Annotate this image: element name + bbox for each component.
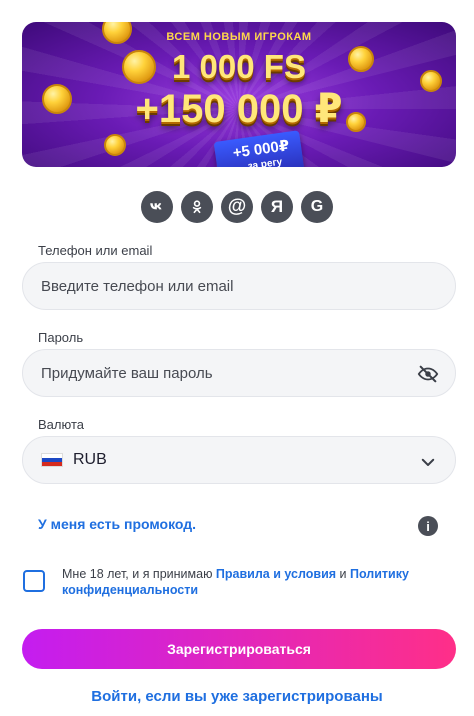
password-input[interactable] bbox=[41, 364, 437, 382]
vk-icon[interactable] bbox=[141, 191, 173, 223]
currency-label: Валюта bbox=[38, 417, 84, 432]
currency-select[interactable]: RUB bbox=[22, 436, 456, 484]
banner-free-spins: 1 000 FS bbox=[172, 48, 306, 85]
info-icon[interactable]: i bbox=[418, 516, 438, 536]
terms-text: Мне 18 лет, и я принимаю Правила и услов… bbox=[62, 566, 442, 598]
odnoklassniki-icon[interactable] bbox=[181, 191, 213, 223]
banner-bonus-amount: +150 000 ₽ bbox=[135, 87, 343, 131]
social-login-row: @ Я G bbox=[0, 191, 474, 223]
phone-field-container bbox=[22, 262, 456, 310]
currency-value: RUB bbox=[73, 451, 107, 468]
google-icon[interactable]: G bbox=[301, 191, 333, 223]
chevron-down-icon bbox=[421, 458, 435, 466]
eye-off-icon[interactable] bbox=[417, 363, 439, 385]
terms-checkbox[interactable] bbox=[23, 570, 45, 592]
terms-text-before: Мне 18 лет, и я принимаю bbox=[62, 567, 216, 581]
russia-flag-icon bbox=[41, 453, 63, 467]
terms-text-middle: и bbox=[336, 567, 350, 581]
password-label: Пароль bbox=[38, 330, 84, 345]
password-field-container bbox=[22, 349, 456, 397]
login-link[interactable]: Войти, если вы уже зарегистрированы bbox=[0, 688, 474, 705]
yandex-icon[interactable]: Я bbox=[261, 191, 293, 223]
rules-link[interactable]: Правила и условия bbox=[216, 567, 336, 581]
promo-code-link[interactable]: У меня есть промокод. bbox=[38, 516, 196, 532]
phone-label: Телефон или email bbox=[38, 243, 153, 258]
coin-icon bbox=[104, 134, 126, 156]
register-button[interactable]: Зарегистрироваться bbox=[22, 629, 456, 669]
promo-banner[interactable]: ВСЕМ НОВЫМ ИГРОКАМ 1 000 FS +150 000 ₽ +… bbox=[22, 22, 456, 167]
banner-subtitle: ВСЕМ НОВЫМ ИГРОКАМ bbox=[166, 31, 312, 43]
mailru-icon[interactable]: @ bbox=[221, 191, 253, 223]
phone-email-input[interactable] bbox=[41, 277, 437, 295]
